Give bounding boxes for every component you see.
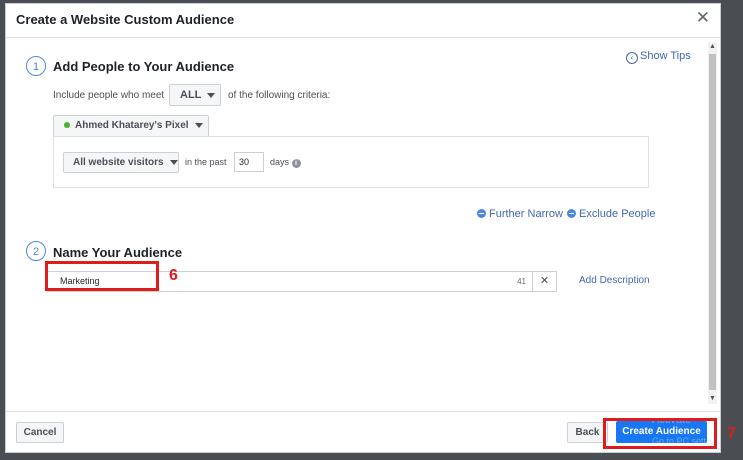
character-count: 41 — [517, 277, 526, 286]
visitors-dropdown[interactable]: All website visitors — [63, 152, 179, 173]
exclude-people-link[interactable]: Exclude People — [567, 208, 655, 220]
caret-down-icon — [169, 159, 178, 165]
scroll-down-icon[interactable]: ▼ — [708, 394, 717, 404]
clear-name-icon[interactable]: ✕ — [532, 271, 557, 292]
pixel-dropdown[interactable]: Ahmed Khatarey's Pixel — [53, 115, 209, 137]
exclude-people-label: Exclude People — [579, 208, 656, 220]
pixel-status-dot — [64, 122, 70, 128]
section-1-title: Add People to Your Audience — [53, 59, 235, 74]
rule-box: All website visitors in the past 30 days… — [53, 136, 649, 188]
custom-audience-dialog: Create a Website Custom Audience ✕ ‹ Show… — [5, 3, 721, 453]
annotation-step-6: 6 — [169, 267, 178, 284]
scroll-up-icon[interactable]: ▲ — [708, 42, 717, 52]
visitors-dropdown-value: All website visitors — [73, 157, 164, 168]
days-label: days i — [270, 157, 301, 168]
caret-down-icon — [207, 92, 216, 98]
further-narrow-label: Further Narrow — [489, 208, 563, 220]
annotation-highlight-create — [603, 418, 717, 449]
add-description-link[interactable]: Add Description — [579, 275, 650, 286]
cancel-button[interactable]: Cancel — [16, 422, 64, 443]
criteria-dropdown[interactable]: ALL — [169, 84, 221, 106]
back-button[interactable]: Back — [567, 422, 608, 443]
show-tips-label: Show Tips — [640, 50, 691, 62]
days-label-text: days — [270, 157, 290, 167]
days-input[interactable]: 30 — [234, 152, 264, 172]
step-1-badge: 1 — [26, 56, 46, 76]
dialog-scrollbar[interactable]: ▲ ▼ — [708, 42, 717, 404]
include-prefix: Include people who meet — [53, 90, 165, 101]
in-the-past-label: in the past — [185, 157, 227, 167]
show-tips-link[interactable]: ‹ Show Tips — [626, 50, 691, 64]
caret-down-icon — [194, 122, 203, 128]
criteria-dropdown-value: ALL — [180, 89, 202, 101]
dialog-header: Create a Website Custom Audience ✕ — [6, 4, 720, 38]
chevron-left-circle-icon: ‹ — [626, 52, 638, 64]
close-icon[interactable]: ✕ — [696, 8, 710, 28]
scroll-thumb[interactable] — [709, 54, 716, 390]
step-2-badge: 2 — [26, 241, 46, 261]
section-2-title: Name Your Audience — [53, 245, 183, 260]
minus-circle-icon — [477, 209, 486, 218]
pixel-dropdown-value: Ahmed Khatarey's Pixel — [75, 120, 189, 131]
annotation-step-7: 7 — [727, 425, 736, 442]
further-narrow-link[interactable]: Further Narrow — [477, 208, 563, 220]
include-suffix: of the following criteria: — [228, 90, 331, 101]
dialog-title: Create a Website Custom Audience — [16, 12, 235, 27]
minus-circle-icon — [567, 209, 576, 218]
dialog-body: ‹ Show Tips 1 Add People to Your Audience… — [6, 38, 720, 414]
info-icon[interactable]: i — [291, 159, 301, 168]
annotation-highlight-name — [45, 261, 159, 291]
